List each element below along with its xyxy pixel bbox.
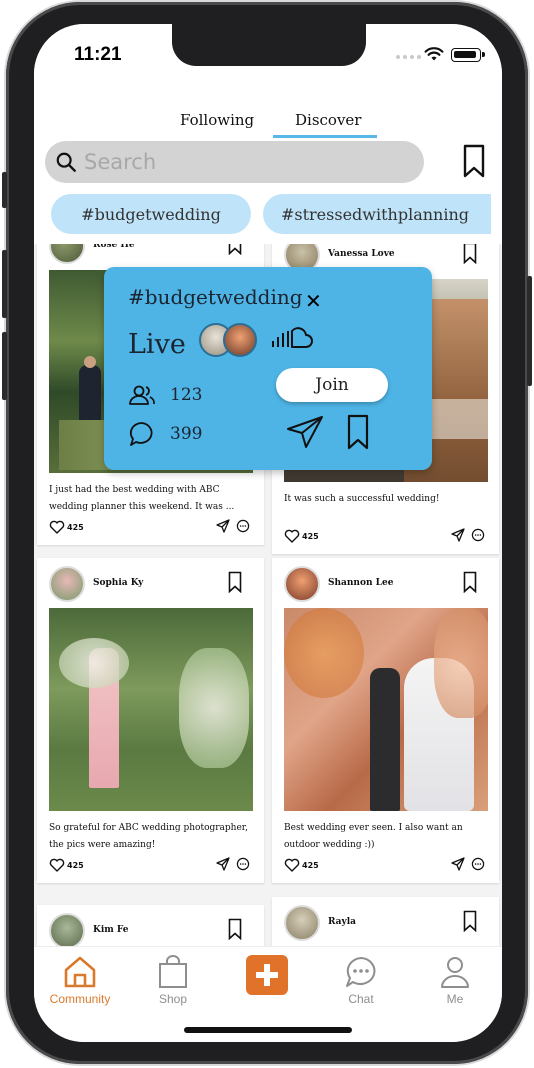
chat-icon [346,957,376,987]
nav-community[interactable]: Community [43,955,117,1006]
screen: 11:21 Following Discover Search #budgetw… [34,24,502,1042]
hashtag-chip-budgetwedding[interactable]: #budgetwedding [51,194,251,234]
power-button [527,276,532,386]
bookmark-icon[interactable] [228,571,242,593]
post-username[interactable]: Sophia Ky [93,578,143,588]
nav-label: Chat [348,992,374,1006]
create-post-button[interactable] [246,955,288,995]
post-username[interactable]: Vanessa Love [328,249,395,259]
heart-icon[interactable] [284,858,300,872]
signal-icon [396,55,421,59]
plus-icon [256,964,278,986]
shopping-bag-icon [159,955,187,988]
avatar[interactable] [49,913,85,949]
like-count-text: 425 [67,860,84,870]
post-caption: It was such a successful wedding! [284,494,440,504]
post-username[interactable]: Kim Fe [93,925,129,935]
post-username[interactable]: Rayla [328,917,356,927]
join-button[interactable]: Join [276,368,388,402]
live-label: Live [128,329,186,360]
like-count[interactable]: 425 [284,529,319,543]
share-icon[interactable] [216,857,230,871]
comment-icon[interactable] [236,857,250,871]
mute-switch [2,172,7,208]
avatar[interactable] [284,905,320,941]
comment-icon[interactable] [471,528,485,542]
post-actions [216,857,250,871]
bookmark-icon[interactable] [228,918,242,940]
comment-icon[interactable] [236,519,250,533]
search-placeholder: Search [84,150,157,174]
audio-cloud-icon [272,327,313,348]
heart-icon[interactable] [49,858,65,872]
post-photo[interactable] [49,608,253,811]
nav-shop[interactable]: Shop [136,955,210,1006]
heart-icon[interactable] [284,529,300,543]
comment-icon[interactable] [471,857,485,871]
post-caption: Best wedding ever seen. I also want an o… [284,823,463,850]
top-header: Following Discover Search #budgetwedding… [34,84,502,244]
like-count-text: 425 [302,531,319,541]
people-icon [129,385,155,405]
battery-icon [451,48,485,62]
nav-chat[interactable]: Chat [324,955,398,1006]
post-card[interactable]: Sophia Ky So grateful for ABC wedding ph… [37,558,264,883]
participant-avatar[interactable] [223,323,257,357]
clock: 11:21 [74,44,122,65]
volume-down-button [2,332,7,400]
notch [172,24,366,66]
home-icon [64,956,96,988]
comment-bubble-icon [129,422,153,446]
like-count-text: 425 [67,522,84,532]
nav-label: Shop [158,992,188,1006]
comment-count: 399 [128,421,202,447]
share-icon[interactable] [451,857,465,871]
post-actions [216,519,250,533]
nav-label: Community [49,992,111,1006]
close-icon[interactable]: ✕ [305,289,322,313]
search-input[interactable]: Search [45,141,424,183]
bottom-nav: Community Shop Chat Me [34,946,502,1042]
live-room-popup[interactable]: #budgetwedding ✕ Live 123 399 Join [104,267,432,470]
nav-me[interactable]: Me [418,955,492,1006]
home-indicator [184,1027,352,1033]
share-icon[interactable] [216,519,230,533]
post-actions [451,528,485,542]
comment-count-text: 399 [170,424,203,444]
heart-icon[interactable] [49,520,65,534]
avatar[interactable] [284,566,320,602]
hashtag-chip-stressedwithplanning[interactable]: #stressedwithplanning [263,194,491,234]
like-count[interactable]: 425 [49,858,84,872]
search-icon [56,152,76,172]
nav-label: Me [446,992,464,1006]
active-tab-indicator [273,135,377,138]
avatar[interactable] [49,566,85,602]
post-caption: So grateful for ABC wedding photographer… [49,823,248,850]
wifi-icon [424,47,444,61]
bookmark-icon[interactable] [347,414,369,450]
participant-count-text: 123 [170,385,203,405]
like-count[interactable]: 425 [284,858,319,872]
post-username[interactable]: Shannon Lee [328,578,393,588]
post-caption: I just had the best wedding with ABC wed… [49,485,235,512]
popup-hashtag: #budgetwedding [128,285,303,309]
bookmark-icon[interactable] [463,242,477,264]
bookmark-icon[interactable] [463,910,477,932]
share-icon[interactable] [451,528,465,542]
post-actions [451,857,485,871]
person-icon [441,957,469,988]
saved-bookmark-icon[interactable] [463,144,485,178]
bookmark-icon[interactable] [463,571,477,593]
send-icon[interactable] [286,415,324,449]
volume-up-button [2,250,7,318]
like-count[interactable]: 425 [49,520,84,534]
tab-discover[interactable]: Discover [295,111,361,129]
participant-count: 123 [128,384,202,406]
post-card[interactable]: Shannon Lee Best wedding ever seen. I al… [272,558,499,883]
post-photo[interactable] [284,608,488,811]
like-count-text: 425 [302,860,319,870]
tab-following[interactable]: Following [180,111,254,129]
